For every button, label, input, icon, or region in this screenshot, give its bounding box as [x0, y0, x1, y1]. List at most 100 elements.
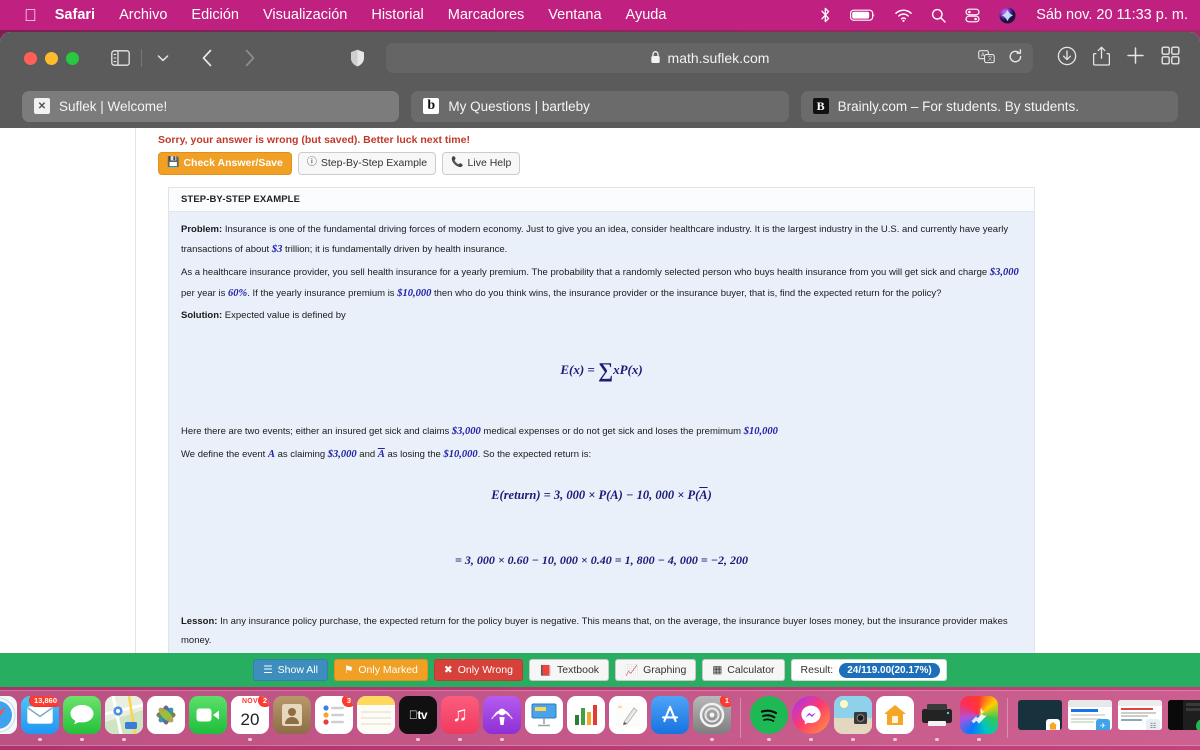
graphing-button[interactable]: 📈 Graphing [615, 659, 697, 681]
dock-item-facetime[interactable] [188, 695, 228, 741]
tab-bartleby[interactable]: b My Questions | bartleby [411, 90, 789, 122]
button-label: Step-By-Step Example [320, 157, 428, 169]
dock-item-appletv[interactable]: tv [398, 695, 438, 741]
numbers-icon [567, 696, 605, 734]
dock-item-printer[interactable] [917, 695, 957, 741]
dock-item-messages[interactable] [62, 695, 102, 741]
dock-item-numbers[interactable] [566, 695, 606, 741]
dock-item-photos[interactable] [146, 695, 186, 741]
siri-icon[interactable] [999, 7, 1016, 24]
dock-item-keynote[interactable] [524, 695, 564, 741]
sidebar-toggle-icon[interactable] [105, 44, 135, 72]
menu-item-ventana[interactable]: Ventana [548, 7, 601, 23]
minimize-window-button[interactable] [45, 51, 58, 65]
translate-icon[interactable]: A 文 [978, 49, 995, 67]
utilities-icon [960, 696, 998, 734]
summation-symbol: ∑ [598, 357, 614, 382]
dock-item-home[interactable] [875, 695, 915, 741]
textbook-button[interactable]: 📕 Textbook [528, 659, 610, 681]
dock-item-notes[interactable] [356, 695, 396, 741]
dock-item-contacts[interactable] [272, 695, 312, 741]
menu-item-visualizacion[interactable]: Visualización [263, 7, 347, 23]
window-app-badge: ✈ [1096, 719, 1110, 730]
forward-arrow-icon[interactable] [234, 44, 264, 72]
menu-item-ayuda[interactable]: Ayuda [626, 7, 667, 23]
chevron-down-icon[interactable] [148, 44, 178, 72]
dock-item-music[interactable]: ♫ [440, 695, 480, 741]
minimized-window-safari[interactable]: ✈ [1066, 695, 1114, 741]
menubar-clock[interactable]: Sáb nov. 20 11:33 p. m. [1036, 7, 1188, 23]
equation1-lhs: E(x) = [560, 361, 599, 377]
dock-item-messenger[interactable] [791, 695, 831, 741]
menu-item-safari[interactable]: Safari [55, 7, 95, 23]
menu-item-archivo[interactable]: Archivo [119, 7, 167, 23]
battery-icon[interactable] [850, 8, 876, 22]
reload-icon[interactable] [1008, 49, 1023, 67]
dock-item-utilities[interactable] [959, 695, 999, 741]
messages-icon [63, 696, 101, 734]
calculator-button[interactable]: ▦ Calculator [702, 659, 785, 681]
apple-icon[interactable]:  [24, 7, 37, 24]
back-arrow-icon[interactable] [192, 44, 222, 72]
step-by-step-example-button[interactable]: ⓘ Step-By-Step Example [297, 152, 437, 175]
flag-icon: ⚑ [343, 664, 354, 676]
dock-item-appstore[interactable] [650, 695, 690, 741]
menu-item-historial[interactable]: Historial [371, 7, 423, 23]
lesson-text: In any insurance policy purchase, the ex… [181, 615, 1008, 646]
problem2-text-3: . If the yearly insurance premium is [247, 287, 398, 299]
tab-suflek[interactable]: ✕ Suflek | Welcome! [22, 90, 400, 122]
tab-overview-icon[interactable] [1161, 46, 1180, 70]
download-icon[interactable] [1057, 46, 1077, 71]
calculator-icon: ▦ [712, 664, 723, 676]
appstore-icon [651, 696, 689, 734]
dock-item-podcasts[interactable] [482, 695, 522, 741]
minimized-window-spotify[interactable]: ♫ [1166, 695, 1200, 741]
bartleby-favicon: b [423, 98, 440, 114]
search-icon[interactable] [931, 8, 946, 23]
dock-item-photo-booth[interactable] [833, 695, 873, 741]
menu-item-edicion[interactable]: Edición [191, 7, 239, 23]
problem-paragraph-1: Problem: Insurance is one of the fundame… [181, 220, 1022, 260]
book-icon: 📕 [538, 664, 553, 677]
dock-item-calendar[interactable]: NOV 20 2 [230, 695, 270, 741]
page-viewport: Sorry, your answer is wrong (but saved).… [0, 128, 1200, 687]
only-marked-button[interactable]: ⚑ Only Marked [333, 659, 428, 681]
step-by-step-header: STEP-BY-STEP EXAMPLE [169, 187, 1034, 212]
address-bar[interactable]: math.suflek.com A 文 [386, 43, 1033, 73]
check-answer-save-button[interactable]: 💾 Check Answer/Save [158, 152, 292, 175]
appletv-icon: tv [399, 696, 437, 734]
minimized-window-document[interactable]: ☷ [1116, 695, 1164, 741]
tab-label: Suflek | Welcome! [59, 98, 168, 114]
only-wrong-button[interactable]: ✖ Only Wrong [433, 659, 523, 681]
dock-item-spotify[interactable] [749, 695, 789, 741]
dock-item-maps[interactable] [104, 695, 144, 741]
dock-divider-2 [1007, 698, 1008, 738]
window-thumbnail [1018, 700, 1062, 730]
dock-item-reminders[interactable]: 3 [314, 695, 354, 741]
maximize-window-button[interactable] [66, 51, 79, 65]
minimized-window-home[interactable] [1016, 695, 1064, 741]
show-all-button[interactable]: ☰ Show All [253, 659, 328, 681]
live-help-button[interactable]: 📞 Live Help [442, 152, 521, 175]
tab-brainly[interactable]: B Brainly.com – For students. By student… [800, 90, 1178, 122]
bluetooth-icon[interactable] [820, 7, 831, 23]
running-indicator [248, 737, 252, 741]
share-icon[interactable] [1092, 46, 1111, 71]
dock-item-pages[interactable]: “ [608, 695, 648, 741]
dock-item-mail[interactable]: 13,860 [20, 695, 60, 741]
control-center-icon[interactable] [965, 8, 980, 23]
appletv-label: tv [409, 707, 428, 722]
new-tab-icon[interactable] [1126, 46, 1145, 70]
content-wrapper: Sorry, your answer is wrong (but saved).… [136, 128, 1065, 687]
privacy-shield-icon[interactable] [342, 44, 372, 72]
events-text-2: medical expenses or do not get sick and … [480, 425, 744, 437]
menu-item-marcadores[interactable]: Marcadores [448, 7, 525, 23]
close-window-button[interactable] [24, 51, 37, 65]
step-by-step-body: Problem: Insurance is one of the fundame… [169, 212, 1034, 666]
dock-item-system-preferences[interactable]: 1 [692, 695, 732, 741]
equation1-rhs: xP(x) [613, 361, 643, 377]
messenger-icon [792, 696, 830, 734]
define-amount-2: $10,000 [443, 448, 478, 460]
wifi-icon[interactable] [895, 9, 912, 22]
dock-item-safari[interactable] [0, 695, 18, 741]
